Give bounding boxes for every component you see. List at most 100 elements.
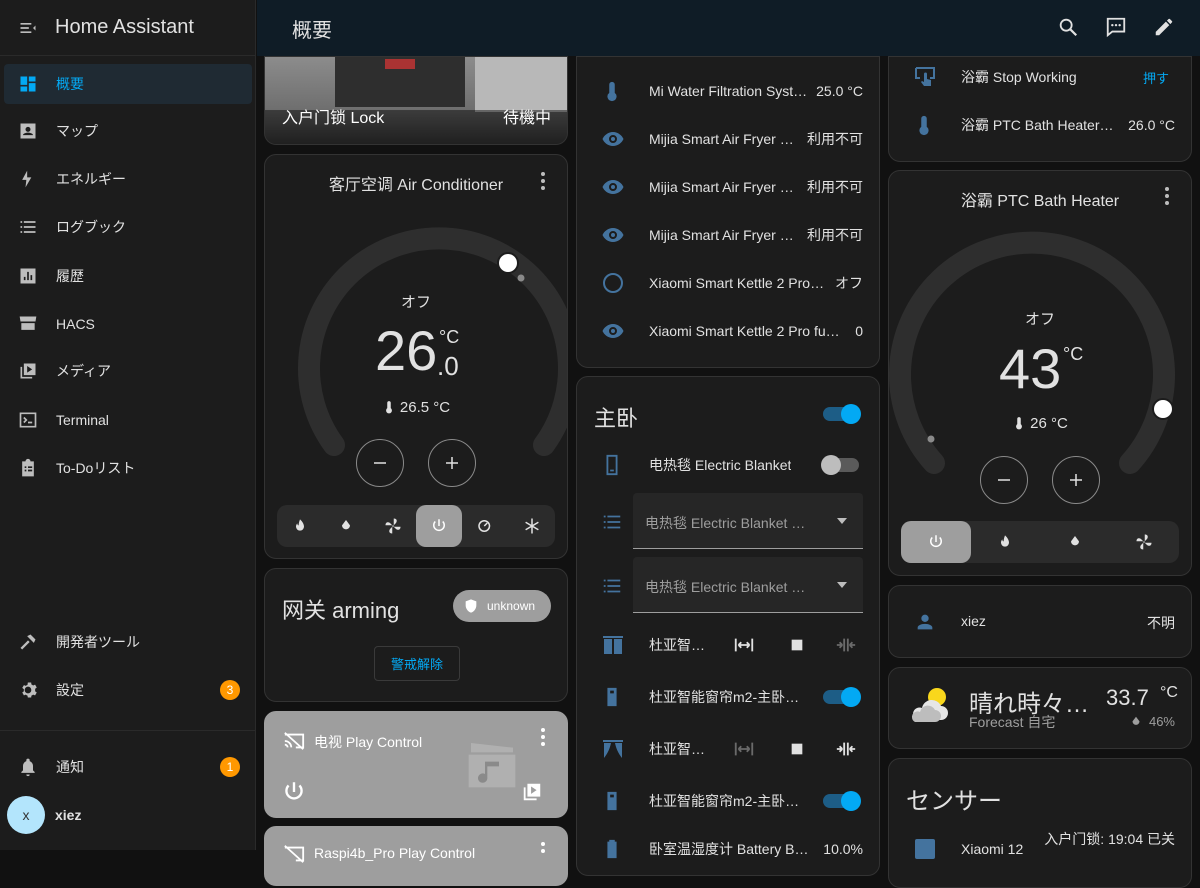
arrow-expand-horizontal-icon[interactable] [733, 634, 755, 656]
disarm-button[interactable]: 警戒解除 [374, 646, 460, 681]
blanket-select-2[interactable]: 电热毯 Electric Blanket … [633, 557, 863, 613]
sidebar-item-label: Terminal [56, 412, 109, 428]
entity-row-curtain-switch-2[interactable]: 杜亚智能窗帘m2-主卧纱… [577, 777, 879, 825]
sidebar-item-terminal[interactable]: Terminal [4, 400, 252, 440]
bath-decrease-button[interactable] [980, 456, 1028, 504]
pencil-edit-icon[interactable] [1153, 16, 1175, 38]
sidebar-item-label: 開発者ツール [56, 634, 140, 650]
entity-row-curtain-2[interactable]: 杜亚智… [577, 725, 879, 773]
entity-row[interactable]: Xiaomi Smart Kettle 2 Pro fun… 0 [577, 307, 879, 355]
assist-chat-icon[interactable] [1105, 16, 1127, 38]
entity-row[interactable]: Xiaomi Smart Kettle 2 Pro … オフ [577, 259, 879, 307]
mode-cool-button[interactable] [509, 505, 555, 547]
stop-icon[interactable] [789, 637, 805, 653]
sensor-name: Xiaomi 12 [961, 841, 1024, 857]
sidebar-item-settings[interactable]: 設定 3 [4, 670, 252, 710]
sidebar-item-map[interactable]: マップ [4, 111, 252, 151]
mode-off-button[interactable] [415, 505, 463, 547]
ac-increase-button[interactable] [428, 439, 476, 487]
sidebar-item-label: 概要 [56, 76, 84, 92]
entity-value: 利用不可 [807, 131, 863, 147]
mode-dry-button[interactable] [1040, 521, 1110, 563]
entity-row[interactable]: Mijia Smart Air Fryer 5… 利用不可 [577, 211, 879, 259]
camera-card[interactable]: 入户门锁 Lock 待機中 [264, 56, 568, 145]
mode-heat-button[interactable] [971, 521, 1041, 563]
page-title: 概要 [292, 19, 332, 42]
media-player-card[interactable]: 电视 Play Control [264, 711, 568, 818]
bath-current-temp: 26 °C [1030, 414, 1068, 432]
play-box-multiple-icon[interactable] [521, 781, 543, 803]
mode-fan-button[interactable] [370, 505, 416, 547]
sidebar-item-overview[interactable]: 概要 [4, 64, 252, 104]
water-percent-icon [1070, 536, 1079, 546]
entity-row[interactable]: Mijia Smart Air Fryer 5… 利用不可 [577, 163, 879, 211]
hacs-store-icon [19, 316, 37, 330]
mode-off-button[interactable] [901, 521, 971, 563]
sidebar-item-user[interactable]: x xiez [4, 795, 252, 835]
bath-increase-button[interactable] [1052, 456, 1100, 504]
entity-row-stop[interactable]: 浴霸 Stop Working 押す [889, 57, 1191, 101]
ac-target-unit: °C [439, 327, 460, 347]
cellphone-icon [606, 454, 618, 476]
curtain-switch-2-toggle[interactable] [823, 791, 861, 811]
notifications-badge: 1 [220, 757, 240, 777]
curtains-icon [603, 740, 623, 758]
arrow-collapse-horizontal-icon[interactable] [835, 634, 857, 656]
weather-subtitle: Forecast 自宅 [969, 714, 1056, 730]
sidebar-item-notifications[interactable]: 通知 1 [4, 747, 252, 787]
entity-row[interactable]: Mijia Smart Air Fryer 5… 利用不可 [577, 115, 879, 163]
console-icon [19, 412, 37, 428]
entity-row-curtain-switch-1[interactable]: 杜亚智能窗帘m2-主卧布… [577, 673, 879, 721]
curtain-switch-1-toggle[interactable] [823, 687, 861, 707]
menu-collapse-icon[interactable] [18, 18, 38, 38]
entity-row-temperature[interactable]: 浴霸 PTC Bath Heater T… 26.0 °C [889, 101, 1191, 149]
mode-fan-button[interactable] [1110, 521, 1180, 563]
gesture-tap-button-icon [915, 67, 935, 86]
sidebar-item-developer-tools[interactable]: 開発者ツール [4, 622, 252, 662]
entity-value: 25.0 °C [816, 83, 863, 99]
power-icon[interactable] [281, 779, 307, 805]
eye-icon [602, 132, 624, 146]
mode-dry-button[interactable] [323, 505, 369, 547]
entity-row[interactable]: Mi Water Filtration Syst… 25.0 °C [577, 67, 879, 115]
sidebar-item-logbook[interactable]: ログブック [4, 207, 252, 247]
fan-icon [1136, 534, 1152, 550]
mode-heat-button[interactable] [277, 505, 323, 547]
stop-icon[interactable] [789, 741, 805, 757]
entity-row-battery[interactable]: 卧室温湿度计 Battery Bat… 10.0% [577, 825, 879, 873]
blanket-select-1[interactable]: 电热毯 Electric Blanket … [633, 493, 863, 549]
ac-decrease-button[interactable] [356, 439, 404, 487]
bath-heater-entities-card: 浴霸 Stop Working 押す 浴霸 PTC Bath Heater T…… [888, 56, 1192, 162]
media-player-card-2[interactable]: Raspi4b_Pro Play Control [264, 826, 568, 886]
chart-box-icon [20, 268, 36, 284]
entity-name: Mijia Smart Air Fryer 5… [649, 131, 801, 147]
sidebar-item-todo[interactable]: To-Doリスト [4, 448, 252, 488]
snowflake-icon [525, 518, 539, 534]
weather-card[interactable]: 晴れ時々… Forecast 自宅 33.7 °C 46% [888, 667, 1192, 749]
alarm-state-badge[interactable]: unknown [453, 590, 551, 622]
sidebar-item-energy[interactable]: エネルギー [4, 159, 252, 199]
more-vert-icon[interactable] [531, 839, 555, 863]
water-percent-icon [342, 520, 351, 530]
entity-row-curtain-1[interactable]: 杜亚智… [577, 621, 879, 669]
mode-auto-button[interactable] [462, 505, 508, 547]
arrow-collapse-horizontal-icon[interactable] [835, 738, 857, 760]
arrow-expand-horizontal-icon[interactable] [733, 738, 755, 760]
sidebar-item-label: To-Doリスト [56, 460, 136, 476]
fire-icon [1001, 535, 1010, 547]
more-vert-icon[interactable] [531, 725, 555, 749]
entity-row-blanket[interactable]: 电热毯 Electric Blanket [577, 441, 879, 489]
room-master-toggle[interactable] [823, 404, 861, 424]
search-icon[interactable] [1057, 16, 1079, 38]
sidebar-item-hacs[interactable]: HACS [4, 304, 252, 344]
sidebar-item-history[interactable]: 履歴 [4, 256, 252, 296]
sidebar-item-media[interactable]: メディア [4, 351, 252, 391]
person-card[interactable]: xiez 不明 [888, 585, 1192, 658]
entity-name: 杜亚智能窗帘m2-主卧布… [649, 689, 809, 705]
press-button[interactable]: 押す [1143, 68, 1169, 87]
blanket-toggle[interactable] [821, 455, 859, 475]
dial-handle [497, 252, 519, 274]
entity-value: 利用不可 [807, 179, 863, 195]
entity-name: Mi Water Filtration Syst… [649, 83, 808, 99]
master-bedroom-card: 主卧 电热毯 Electric Blanket 电热毯 Electric Bla… [576, 376, 880, 876]
